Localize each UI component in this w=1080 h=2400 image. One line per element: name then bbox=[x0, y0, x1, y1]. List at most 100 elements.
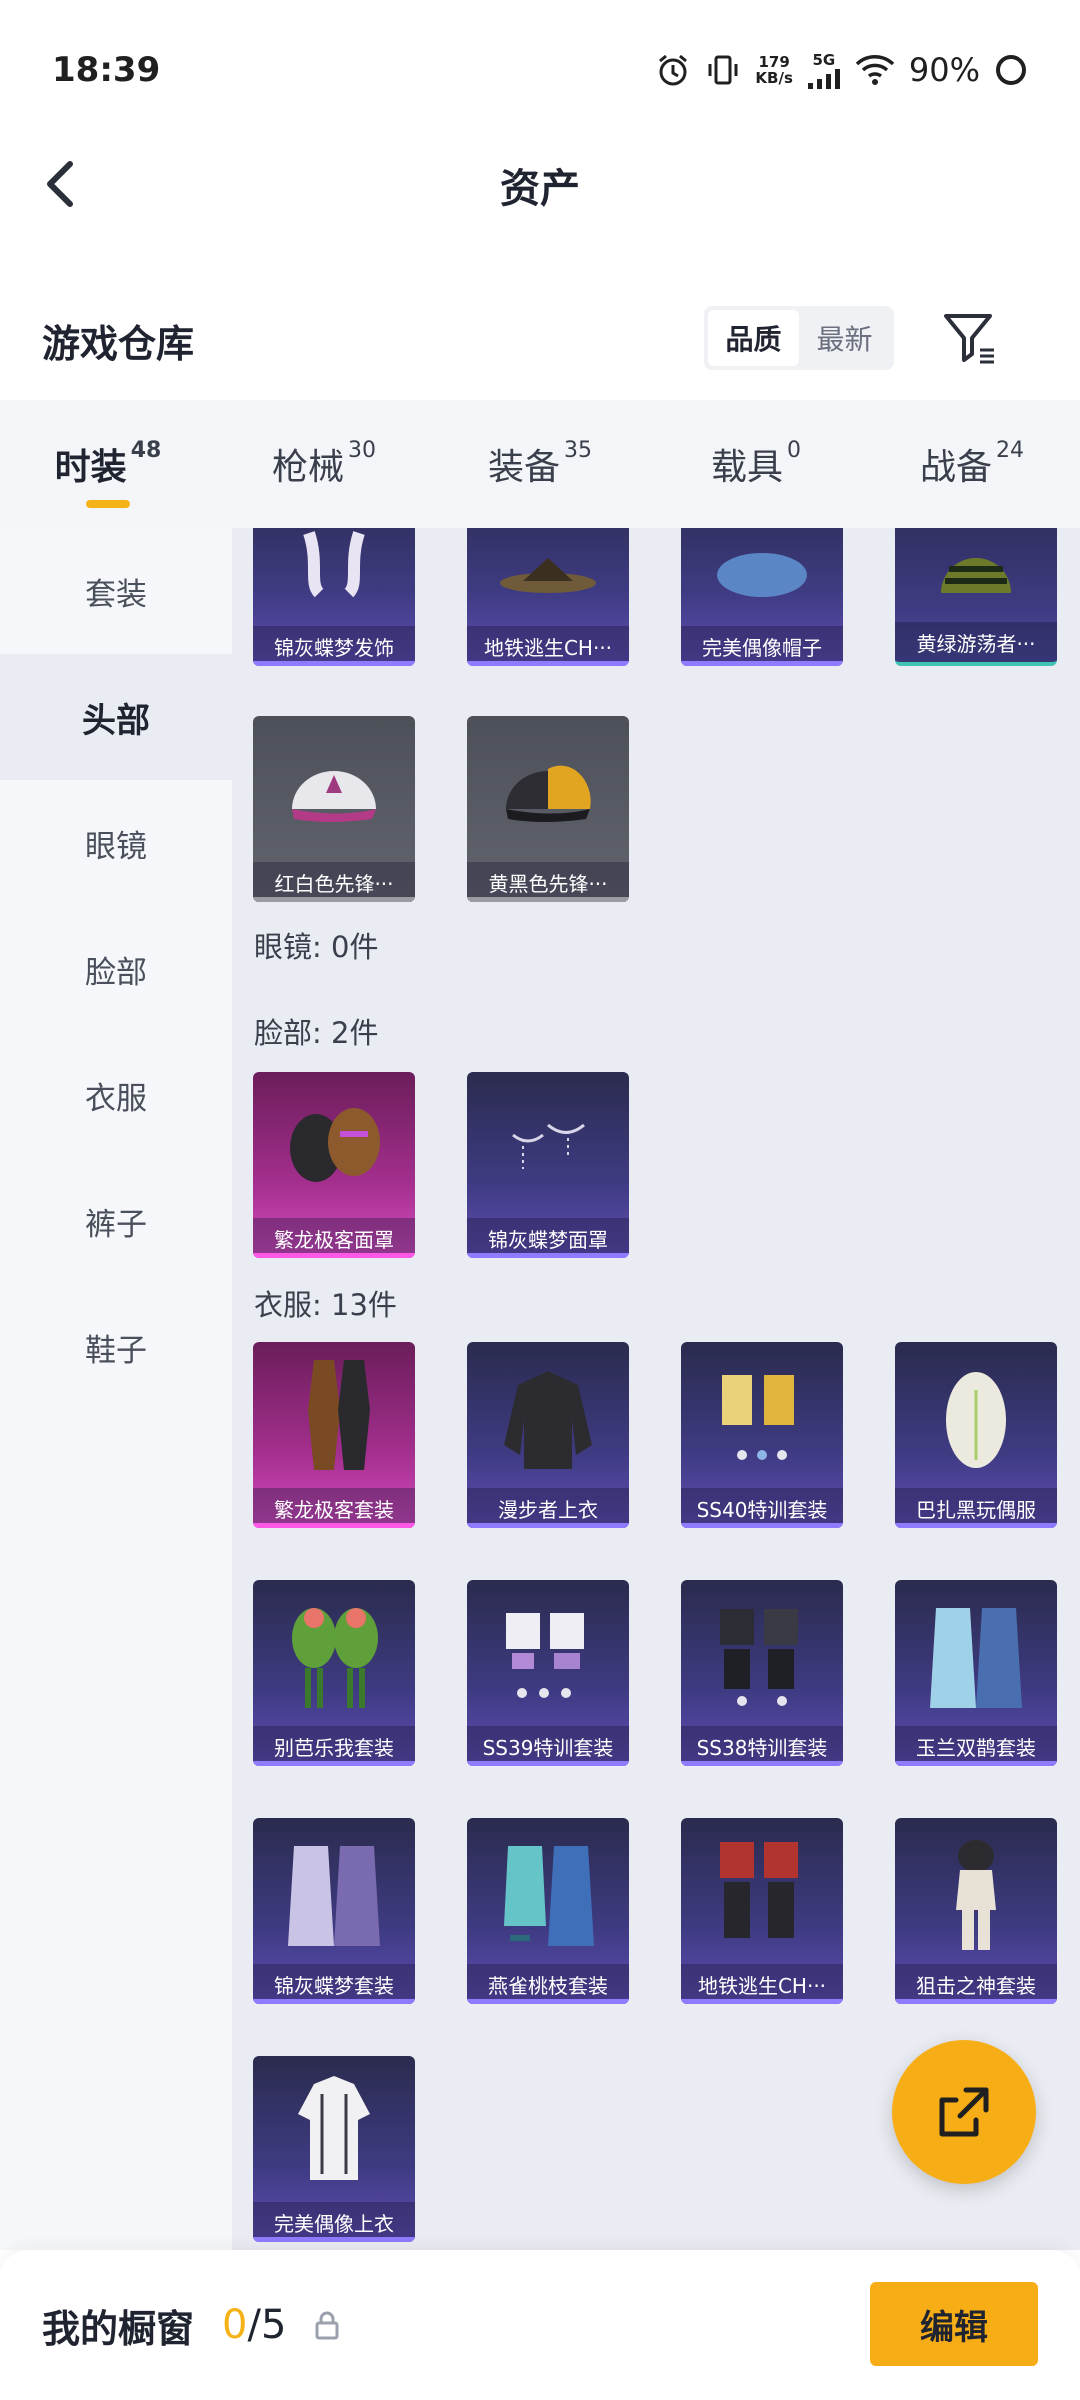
item-image bbox=[467, 1580, 629, 1726]
battery-level: 90% bbox=[908, 51, 980, 89]
share-icon bbox=[939, 2087, 989, 2137]
item-card[interactable]: 完美偶像帽子 bbox=[681, 528, 843, 666]
rarity-bar bbox=[253, 661, 415, 666]
item-image bbox=[253, 1342, 415, 1488]
showcase-total: /5 bbox=[247, 2302, 287, 2348]
item-grid: 锦灰蝶梦发饰 地铁逃生CH··· 完美偶像帽子 黄绿游荡者··· 红白色先锋··… bbox=[232, 528, 1080, 2250]
item-name: 地铁逃生CH··· bbox=[681, 1964, 843, 2004]
rarity-bar bbox=[681, 1999, 843, 2004]
cell-signal-icon: 5G bbox=[807, 51, 841, 89]
wifi-icon bbox=[855, 54, 895, 86]
item-card[interactable]: 漫步者上衣 bbox=[467, 1342, 629, 1528]
rarity-bar bbox=[253, 1253, 415, 1258]
item-name: 繁龙极客套装 bbox=[253, 1488, 415, 1528]
item-name: 完美偶像上衣 bbox=[253, 2202, 415, 2242]
item-card[interactable]: 完美偶像上衣 bbox=[253, 2056, 415, 2242]
item-image bbox=[681, 528, 843, 626]
rarity-bar bbox=[681, 1761, 843, 1766]
item-card[interactable]: SS38特训套装 bbox=[681, 1580, 843, 1766]
item-card[interactable]: 黄黑色先锋··· bbox=[467, 716, 629, 902]
item-name: 黄黑色先锋··· bbox=[467, 862, 629, 902]
sidebar-item-outfit[interactable]: 套装 bbox=[0, 528, 232, 654]
sort-newest-option[interactable]: 最新 bbox=[799, 310, 890, 366]
status-bar: 18:39 179 KB/s 5G 90% bbox=[0, 0, 1080, 140]
item-name: 锦灰蝶梦发饰 bbox=[253, 626, 415, 666]
rarity-bar bbox=[467, 1253, 629, 1258]
item-card[interactable]: 地铁逃生CH··· bbox=[467, 528, 629, 666]
item-image bbox=[467, 716, 629, 862]
filter-button[interactable] bbox=[938, 306, 1002, 370]
item-name: 黄绿游荡者··· bbox=[895, 622, 1057, 662]
item-image bbox=[253, 1072, 415, 1218]
sidebar-item-glasses[interactable]: 眼镜 bbox=[0, 780, 232, 906]
item-name: 红白色先锋··· bbox=[253, 862, 415, 902]
rarity-bar bbox=[253, 1523, 415, 1528]
item-name: 狙击之神套装 bbox=[895, 1964, 1057, 2004]
item-name: 玉兰双鹊套装 bbox=[895, 1726, 1057, 1766]
tab-count: 48 bbox=[130, 437, 162, 463]
item-image bbox=[681, 1580, 843, 1726]
item-card[interactable]: 玉兰双鹊套装 bbox=[895, 1580, 1057, 1766]
rarity-bar bbox=[895, 1523, 1057, 1528]
battery-ring-icon bbox=[994, 53, 1028, 87]
item-image bbox=[681, 1818, 843, 1964]
status-time: 18:39 bbox=[52, 50, 161, 90]
item-card[interactable]: 黄绿游荡者··· bbox=[895, 528, 1057, 666]
share-button[interactable] bbox=[892, 2040, 1036, 2184]
edit-button[interactable]: 编辑 bbox=[870, 2282, 1038, 2366]
tab-equipment[interactable]: 装备 35 bbox=[432, 400, 648, 528]
network-speed: 179 KB/s bbox=[755, 53, 793, 87]
item-name: SS40特训套装 bbox=[681, 1488, 843, 1528]
vibrate-icon bbox=[705, 52, 741, 88]
item-name: 完美偶像帽子 bbox=[681, 626, 843, 666]
item-image bbox=[467, 528, 629, 626]
item-card[interactable]: 繁龙极客面罩 bbox=[253, 1072, 415, 1258]
item-image bbox=[253, 1818, 415, 1964]
section-clothes: 衣服: 13件 bbox=[254, 1288, 397, 1322]
network-type: 5G bbox=[812, 51, 836, 69]
item-card[interactable]: SS40特训套装 bbox=[681, 1342, 843, 1528]
tab-count: 30 bbox=[348, 437, 376, 463]
rarity-bar bbox=[467, 897, 629, 902]
section-face: 脸部: 2件 bbox=[254, 1016, 379, 1050]
item-image bbox=[895, 1818, 1057, 1964]
sidebar-item-face[interactable]: 脸部 bbox=[0, 906, 232, 1032]
rarity-bar bbox=[253, 897, 415, 902]
item-image bbox=[681, 1342, 843, 1488]
item-card[interactable]: 红白色先锋··· bbox=[253, 716, 415, 902]
sidebar-item-shoes[interactable]: 鞋子 bbox=[0, 1284, 232, 1410]
chevron-left-icon bbox=[47, 161, 73, 207]
item-name: 燕雀桃枝套装 bbox=[467, 1964, 629, 2004]
item-card[interactable]: 巴扎黑玩偶服 bbox=[895, 1342, 1057, 1528]
sort-toggle: 品质 最新 bbox=[704, 306, 894, 370]
item-image bbox=[895, 1580, 1057, 1726]
tab-label: 时装 bbox=[54, 447, 127, 488]
item-card[interactable]: 狙击之神套装 bbox=[895, 1818, 1057, 2004]
sidebar-item-head[interactable]: 头部 bbox=[0, 654, 232, 780]
tab-vehicles[interactable]: 载具 0 bbox=[648, 400, 864, 528]
item-name: 巴扎黑玩偶服 bbox=[895, 1488, 1057, 1528]
sort-quality-option[interactable]: 品质 bbox=[708, 310, 799, 366]
item-card[interactable]: 锦灰蝶梦发饰 bbox=[253, 528, 415, 666]
tab-firearms[interactable]: 枪械 30 bbox=[216, 400, 432, 528]
item-image bbox=[895, 528, 1057, 626]
sidebar-item-clothes[interactable]: 衣服 bbox=[0, 1032, 232, 1158]
item-card[interactable]: 别芭乐我套装 bbox=[253, 1580, 415, 1766]
item-card[interactable]: 地铁逃生CH··· bbox=[681, 1818, 843, 2004]
tab-count: 24 bbox=[996, 437, 1024, 463]
back-button[interactable] bbox=[36, 154, 96, 214]
item-image bbox=[253, 1580, 415, 1726]
rarity-bar bbox=[467, 1999, 629, 2004]
item-card[interactable]: 繁龙极客套装 bbox=[253, 1342, 415, 1528]
item-name: 漫步者上衣 bbox=[467, 1488, 629, 1528]
item-card[interactable]: 锦灰蝶梦套装 bbox=[253, 1818, 415, 2004]
rarity-bar bbox=[467, 1523, 629, 1528]
tab-fashion[interactable]: 时装 48 bbox=[0, 400, 216, 528]
item-card[interactable]: SS39特训套装 bbox=[467, 1580, 629, 1766]
tab-supplies[interactable]: 战备 24 bbox=[864, 400, 1080, 528]
sidebar-item-pants[interactable]: 裤子 bbox=[0, 1158, 232, 1284]
item-card[interactable]: 锦灰蝶梦面罩 bbox=[467, 1072, 629, 1258]
rarity-bar bbox=[895, 1999, 1057, 2004]
item-name: 锦灰蝶梦套装 bbox=[253, 1964, 415, 2004]
item-card[interactable]: 燕雀桃枝套装 bbox=[467, 1818, 629, 2004]
